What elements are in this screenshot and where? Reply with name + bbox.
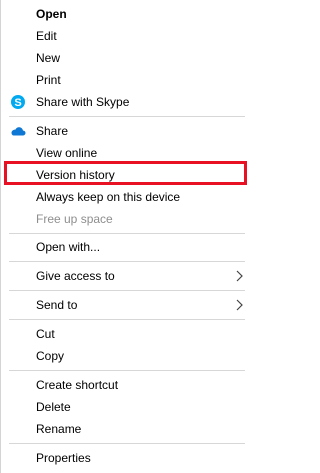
menu-item-label: Create shortcut bbox=[36, 378, 119, 392]
menu-item-label: Cut bbox=[36, 327, 55, 341]
menu-item-copy[interactable]: Copy bbox=[1, 345, 255, 367]
menu-item-open[interactable]: Open bbox=[1, 3, 255, 25]
menu-item-label: Rename bbox=[36, 422, 82, 436]
svg-text:S: S bbox=[14, 97, 21, 109]
menu-separator bbox=[9, 370, 245, 371]
menu-separator bbox=[9, 319, 245, 320]
menu-item-label: Print bbox=[36, 73, 61, 87]
menu-item-print[interactable]: Print bbox=[1, 69, 255, 91]
skype-icon: S bbox=[10, 94, 26, 110]
menu-item-always-keep-on-device[interactable]: Always keep on this device bbox=[1, 186, 255, 208]
menu-item-label: Delete bbox=[36, 400, 71, 414]
menu-item-properties[interactable]: Properties bbox=[1, 447, 255, 469]
chevron-right-icon bbox=[234, 270, 244, 282]
menu-item-label: Open bbox=[36, 7, 67, 21]
onedrive-cloud-icon bbox=[10, 123, 26, 139]
context-menu: Open Edit New Print S Share with Skype S… bbox=[1, 0, 255, 473]
menu-item-label: Edit bbox=[36, 29, 57, 43]
menu-item-label: Give access to bbox=[36, 269, 115, 283]
menu-item-label: Free up space bbox=[36, 212, 113, 226]
menu-separator bbox=[9, 261, 245, 262]
menu-separator bbox=[9, 290, 245, 291]
menu-item-send-to[interactable]: Send to bbox=[1, 294, 255, 316]
menu-item-label: Properties bbox=[36, 451, 91, 465]
menu-item-free-up-space: Free up space bbox=[1, 208, 255, 230]
menu-item-delete[interactable]: Delete bbox=[1, 396, 255, 418]
menu-item-rename[interactable]: Rename bbox=[1, 418, 255, 440]
menu-item-give-access-to[interactable]: Give access to bbox=[1, 265, 255, 287]
menu-item-label: View online bbox=[36, 146, 98, 160]
menu-item-share-with-skype[interactable]: S Share with Skype bbox=[1, 91, 255, 113]
chevron-right-icon bbox=[234, 299, 244, 311]
menu-item-label: New bbox=[36, 51, 61, 65]
menu-item-label: Always keep on this device bbox=[36, 190, 181, 204]
menu-item-new[interactable]: New bbox=[1, 47, 255, 69]
menu-separator bbox=[9, 116, 245, 117]
menu-item-open-with[interactable]: Open with... bbox=[1, 236, 255, 258]
menu-item-edit[interactable]: Edit bbox=[1, 25, 255, 47]
menu-item-label: Open with... bbox=[36, 240, 101, 254]
menu-separator bbox=[9, 443, 245, 444]
menu-item-create-shortcut[interactable]: Create shortcut bbox=[1, 374, 255, 396]
menu-item-share[interactable]: Share bbox=[1, 120, 255, 142]
menu-item-label: Share with Skype bbox=[36, 95, 130, 109]
menu-item-cut[interactable]: Cut bbox=[1, 323, 255, 345]
highlight-box bbox=[4, 161, 247, 185]
menu-separator bbox=[9, 233, 245, 234]
menu-item-label: Send to bbox=[36, 298, 78, 312]
menu-item-label: Copy bbox=[36, 349, 65, 363]
menu-item-label: Share bbox=[36, 124, 69, 138]
